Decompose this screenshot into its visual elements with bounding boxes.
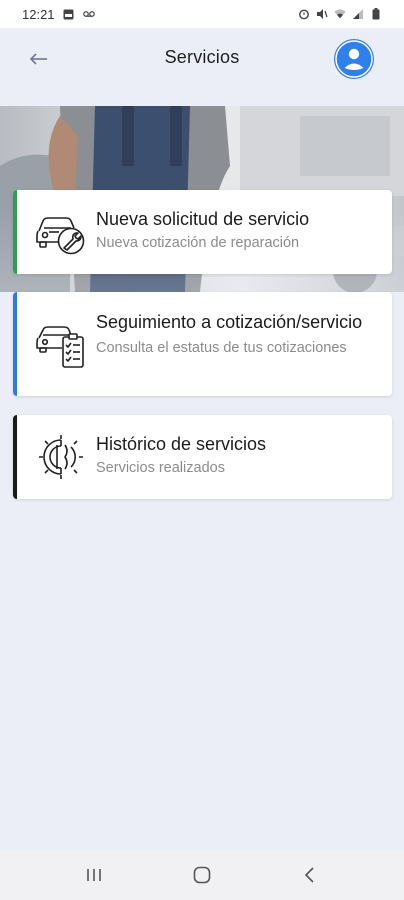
status-left: 12:21 — [22, 7, 95, 22]
gear-history-icon — [35, 431, 87, 483]
recent-apps-button[interactable] — [74, 860, 114, 890]
car-checklist-icon — [35, 320, 87, 372]
service-history-card[interactable]: Histórico de servicios Servicios realiza… — [13, 415, 392, 499]
system-nav-bar — [0, 850, 404, 900]
mute-icon — [316, 8, 328, 20]
alarm-icon — [298, 8, 310, 20]
wifi-icon — [334, 8, 346, 20]
home-button[interactable] — [182, 860, 222, 890]
card-accent — [13, 190, 17, 274]
card-subtitle: Consulta el estatus de tus cotizaciones — [96, 340, 347, 356]
battery-icon — [370, 8, 382, 20]
user-icon — [335, 40, 373, 78]
card-title: Nueva solicitud de servicio — [96, 209, 310, 229]
new-service-request-card[interactable]: Nueva solicitud de servicio Nueva cotiza… — [13, 190, 392, 274]
card-title: Seguimiento a cotización/servicio — [96, 312, 363, 332]
status-time: 12:21 — [22, 6, 55, 22]
back-icon — [304, 867, 314, 883]
signal-icon — [352, 8, 364, 20]
system-back-button[interactable] — [290, 860, 330, 890]
status-right — [298, 8, 382, 20]
card-subtitle: Servicios realizados — [96, 460, 225, 476]
card-accent — [13, 415, 17, 499]
app-header: Servicios — [0, 28, 404, 106]
home-icon — [193, 866, 211, 884]
car-wrench-icon — [35, 206, 87, 258]
quote-tracking-card[interactable]: Seguimiento a cotización/servicio Consul… — [13, 292, 392, 396]
card-title: Histórico de servicios — [96, 434, 267, 454]
status-bar: 12:21 — [0, 0, 404, 28]
voicemail-icon — [82, 8, 95, 20]
recent-apps-icon — [87, 869, 101, 881]
card-accent — [13, 292, 17, 396]
card-subtitle: Nueva cotización de reparación — [96, 235, 300, 251]
avatar[interactable] — [334, 39, 374, 79]
gallery-icon — [63, 8, 75, 20]
